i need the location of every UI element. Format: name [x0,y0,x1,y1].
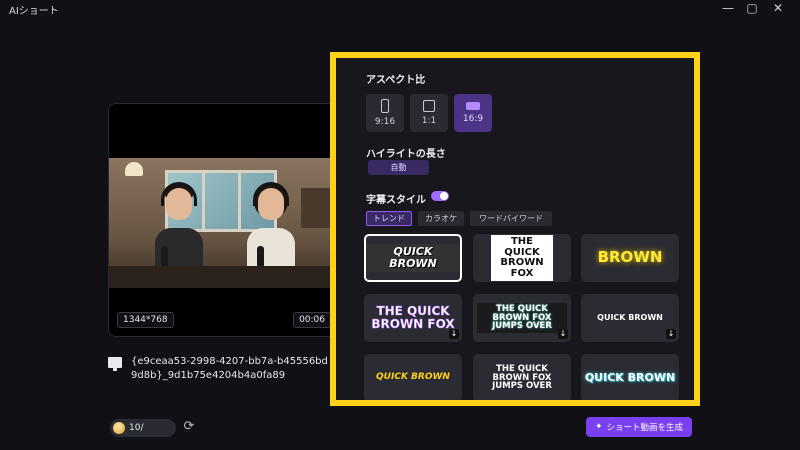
aspect-9-16-label: 9:16 [374,117,396,127]
style-preview-text: THE QUICK BROWN FOX JUMPS OVER [492,363,552,392]
caption-style-card[interactable]: THE QUICK BROWN FOX [473,234,571,282]
caption-style-card[interactable]: BROWN [581,234,679,282]
download-icon[interactable]: ↓ [449,329,459,339]
duration-label: 00:06 [293,312,331,328]
settings-panel: アスペクト比 9:16 1:1 16:9 ハイライトの長さ 自動 字幕スタイル … [330,52,700,406]
download-icon[interactable]: ↓ [558,329,568,339]
monitor-icon [108,357,122,371]
caption-style-card[interactable]: THE QUICK BROWN FOX JUMPS OVER [473,354,571,400]
style-preview-text: THE QUICK BROWN FOX [371,304,455,331]
aspect-9-16-button[interactable]: 9:16 [366,94,404,132]
caption-style-title: 字幕スタイル [366,195,426,206]
sparkle-icon: ✦ [594,422,603,432]
caption-style-card[interactable]: QUICK BROWN [364,354,462,400]
resolution-label: 1344*768 [117,312,174,328]
square-icon [423,100,435,112]
caption-style-card[interactable]: QUICK BROWN ↓ [581,294,679,342]
maximize-icon[interactable]: ▢ [742,0,762,16]
aspect-16-9-button[interactable]: 16:9 [454,94,492,132]
highlight-length-title: ハイライトの長さ [366,149,446,160]
caption-style-card[interactable]: QUICK BROWN [364,234,462,282]
style-preview-text: THE QUICK BROWN FOX [491,235,553,281]
file-name: {e9ceaa53-2998-4207-bb7a-b45556bd9d8b}_9… [131,356,328,381]
highlight-auto-button[interactable]: 自動 [368,160,429,175]
credit-value: 10/ [129,423,144,433]
tab-word-by-word[interactable]: ワードバイワード [470,211,552,226]
title-bar: AIショート — ▢ ✕ [0,0,800,18]
generate-short-button[interactable]: ✦ ショート動画を生成 [586,417,692,437]
aspect-1-1-label: 1:1 [421,116,437,126]
style-preview-text: QUICK BROWN [376,372,450,383]
video-preview[interactable]: 1344*768 00:06 [108,103,340,337]
style-preview-text: QUICK BROWN [584,371,676,385]
caption-style-card[interactable]: THE QUICK BROWN FOX JUMPS OVER ↓ [473,294,571,342]
style-preview-text: BROWN [597,248,663,267]
style-preview-text: QUICK BROWN [597,312,663,322]
generate-button-label: ショート動画を生成 [606,423,684,433]
credit-balance: 10/ [110,419,176,437]
portrait-icon [381,99,389,113]
download-icon[interactable]: ↓ [666,329,676,339]
style-preview-text: THE QUICK BROWN FOX JUMPS OVER [477,302,567,334]
minimize-icon[interactable]: — [718,0,738,16]
aspect-1-1-button[interactable]: 1:1 [410,94,448,132]
caption-toggle[interactable] [431,191,449,201]
tab-karaoke[interactable]: カラオケ [418,211,464,226]
caption-style-card[interactable]: QUICK BROWN [581,354,679,400]
style-preview-text: QUICK BROWN [366,244,460,272]
aspect-16-9-label: 16:9 [462,114,484,124]
aspect-ratio-title: アスペクト比 [366,75,426,86]
landscape-icon [466,102,480,110]
tab-trend[interactable]: トレンド [366,211,412,226]
close-icon[interactable]: ✕ [768,0,788,16]
caption-style-card[interactable]: THE QUICK BROWN FOX ↓ [364,294,462,342]
video-thumbnail [109,158,339,288]
app-title: AIショート [9,6,59,17]
refresh-icon[interactable]: ⟳ [181,419,197,435]
coin-icon [113,422,125,434]
